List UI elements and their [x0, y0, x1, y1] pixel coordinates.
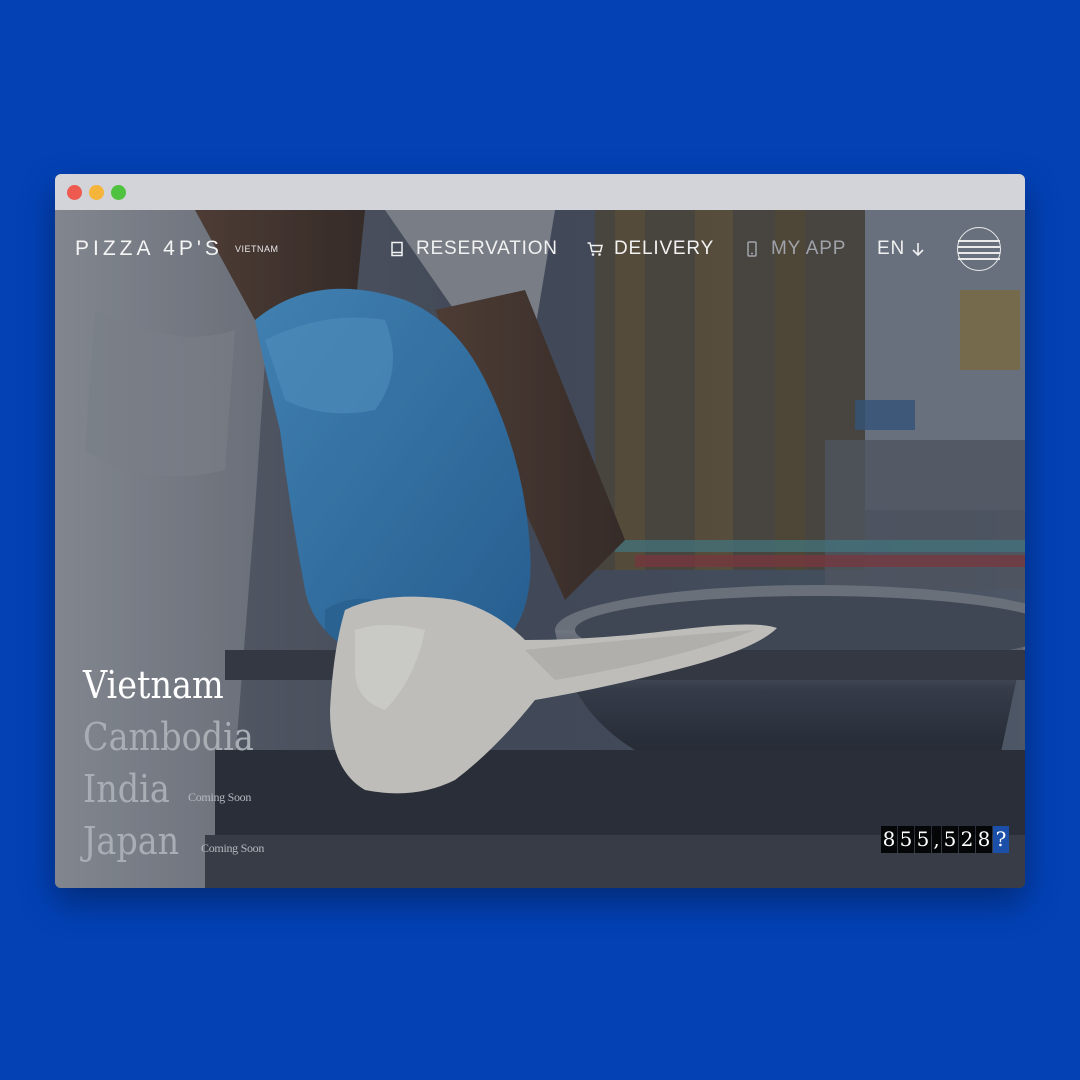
counter-digit-rolling: ? [993, 826, 1009, 853]
nav-my-app[interactable]: MY APP [743, 238, 846, 260]
window-titlebar [55, 174, 1025, 210]
counter-digit: 5 [942, 826, 958, 853]
book-icon [388, 240, 406, 258]
country-japan[interactable]: Japan [83, 822, 179, 860]
nav-reservation-label: RESERVATION [416, 238, 558, 259]
language-label: EN [877, 238, 905, 259]
arrow-down-icon [909, 240, 927, 258]
maximize-window-button[interactable] [111, 185, 126, 200]
nav-my-app-label: MY APP [771, 238, 847, 259]
country-cambodia[interactable]: Cambodia [83, 718, 254, 756]
counter-digit: 5 [915, 826, 931, 853]
brand-country-label: VIETNAM [235, 244, 279, 254]
hamburger-circle-icon[interactable] [957, 227, 1001, 271]
phone-icon [743, 240, 761, 258]
nav-reservation[interactable]: RESERVATION [388, 238, 558, 260]
counter-digit: 8 [976, 826, 992, 853]
close-window-button[interactable] [67, 185, 82, 200]
nav-delivery[interactable]: DELIVERY [586, 238, 714, 260]
country-vietnam[interactable]: Vietnam [83, 666, 224, 704]
counter-separator: , [932, 826, 941, 853]
browser-window: PIZZA 4P'S VIETNAM RESERVATION DELIVERY … [55, 174, 1025, 888]
coming-soon-label: Coming Soon [201, 841, 265, 855]
cart-icon [586, 240, 604, 258]
pizza-counter: 8 5 5 , 5 2 8 ? [881, 826, 1009, 853]
brand-logo[interactable]: PIZZA 4P'S [75, 237, 223, 261]
website-viewport: PIZZA 4P'S VIETNAM RESERVATION DELIVERY … [55, 210, 1025, 888]
coming-soon-label: Coming Soon [188, 790, 252, 804]
country-india[interactable]: India [83, 770, 170, 808]
counter-digit: 5 [898, 826, 914, 853]
hero-dark-overlay [55, 210, 1025, 888]
minimize-window-button[interactable] [89, 185, 104, 200]
nav-delivery-label: DELIVERY [614, 238, 715, 259]
language-selector[interactable]: EN [877, 238, 927, 260]
counter-digit: 2 [959, 826, 975, 853]
counter-digit: 8 [881, 826, 897, 853]
page-background: PIZZA 4P'S VIETNAM RESERVATION DELIVERY … [0, 0, 1080, 1080]
